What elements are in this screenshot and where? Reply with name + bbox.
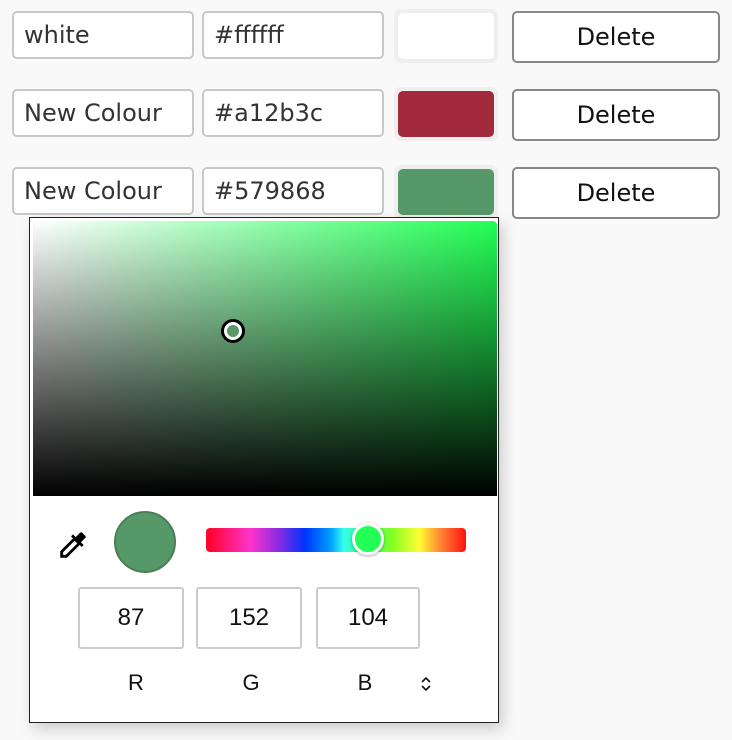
colour-hex-input[interactable] [202, 11, 384, 59]
colour-picker-popover: R G B [29, 217, 499, 723]
colour-swatch[interactable] [394, 165, 498, 219]
hue-slider[interactable] [206, 523, 466, 555]
colour-hex-input[interactable] [202, 89, 384, 137]
red-input[interactable] [78, 587, 184, 649]
swatch-fill [398, 91, 494, 137]
saturation-brightness-cursor[interactable] [223, 322, 242, 340]
blue-label: B [357, 670, 373, 695]
red-label: R [128, 670, 144, 695]
delete-button[interactable]: Delete [512, 11, 720, 63]
hue-slider-thumb[interactable] [351, 523, 384, 555]
eyedropper-icon[interactable] [56, 528, 90, 562]
colour-swatch[interactable] [394, 9, 498, 63]
colour-hex-input[interactable] [202, 167, 384, 215]
swatch-fill [398, 169, 494, 215]
chevron-up-down-icon[interactable] [418, 672, 434, 696]
blue-input[interactable] [316, 587, 420, 649]
delete-button[interactable]: Delete [512, 167, 720, 219]
black-gradient [33, 221, 497, 496]
colour-swatch[interactable] [394, 87, 498, 141]
swatch-fill [398, 13, 494, 59]
colour-name-input[interactable] [12, 89, 194, 137]
colour-preview [114, 511, 176, 573]
saturation-brightness-area[interactable] [33, 221, 497, 496]
green-input[interactable] [196, 587, 302, 649]
colour-name-input[interactable] [12, 167, 194, 215]
delete-button[interactable]: Delete [512, 89, 720, 141]
colour-name-input[interactable] [12, 11, 194, 59]
green-label: G [242, 670, 260, 695]
